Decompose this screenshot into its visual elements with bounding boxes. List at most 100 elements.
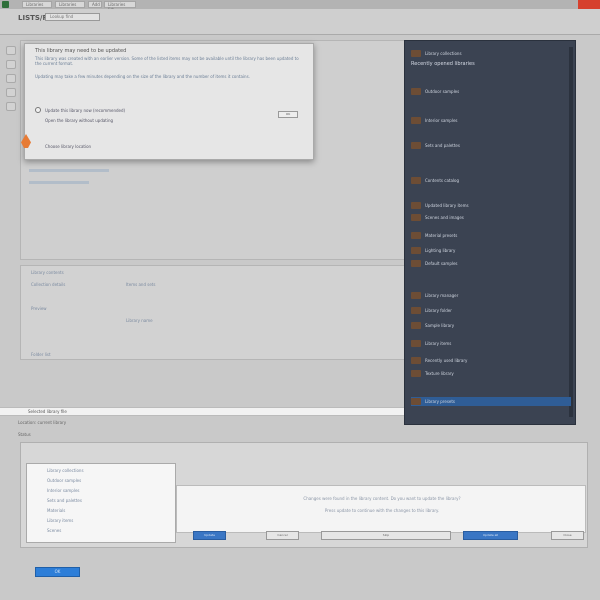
- recent-library-row[interactable]: Library items: [411, 339, 571, 348]
- refresh-tool-icon[interactable]: [6, 102, 16, 111]
- thumbnail-icon: [411, 232, 421, 239]
- update-now-radio[interactable]: [35, 107, 41, 113]
- row-label: Sample library: [425, 323, 455, 328]
- message-line: Press update to continue with the change…: [324, 508, 440, 513]
- close-button[interactable]: [578, 0, 600, 9]
- thumbnail-icon: [411, 50, 421, 57]
- recent-library-row[interactable]: Library folder: [411, 306, 571, 315]
- dialog-paragraph: This library was created with an earlier…: [35, 56, 299, 66]
- footer-ok-button[interactable]: OK: [35, 567, 80, 577]
- tab-libraries[interactable]: Libraries: [22, 1, 52, 8]
- recent-library-row[interactable]: Texture library: [411, 369, 571, 378]
- close-dialog-button[interactable]: Close: [551, 531, 584, 540]
- row-label: Material presets: [425, 233, 458, 238]
- menu-bar: LISTS/RIT Lookup find: [0, 9, 600, 35]
- row-label: Outdoor samples: [425, 89, 460, 94]
- thumbnail-icon: [411, 307, 421, 314]
- settings-tool-icon[interactable]: [6, 88, 16, 97]
- panel-row: Items and sets: [126, 282, 156, 287]
- row-label: Library manager: [425, 293, 459, 298]
- skip-button[interactable]: Skip: [321, 531, 451, 540]
- tool-rail: [0, 40, 20, 160]
- thumbnail-icon: [411, 292, 421, 299]
- thumbnail-icon: [411, 177, 421, 184]
- thumbnail-icon: [411, 202, 421, 209]
- recent-library-row[interactable]: Updated library items: [411, 201, 571, 210]
- update-all-button[interactable]: Update all: [463, 531, 518, 540]
- tab-add[interactable]: Add: [88, 1, 102, 8]
- row-label: Lighting library: [425, 248, 456, 253]
- row-label: Interior samples: [425, 118, 458, 123]
- dialog-heading: This library may need to be updated: [35, 48, 127, 54]
- row-label: Sets and palettes: [425, 143, 460, 148]
- list-item[interactable]: Sets and palettes: [47, 498, 82, 503]
- recent-library-row[interactable]: Lighting library: [411, 246, 571, 255]
- row-label: Contents catalog: [425, 178, 460, 183]
- thumbnail-icon: [411, 357, 421, 364]
- highlight-line: [29, 181, 89, 184]
- list-item[interactable]: Outdoor samples: [47, 478, 81, 483]
- thumbnail-icon: [411, 260, 421, 267]
- recent-library-row[interactable]: Material presets: [411, 231, 571, 240]
- recent-library-row[interactable]: Contents catalog: [411, 176, 571, 185]
- panel-row: Collection details: [31, 282, 66, 287]
- thumbnail-icon: [411, 88, 421, 95]
- zoom-tool-icon[interactable]: [6, 74, 16, 83]
- recent-library-row[interactable]: Sets and palettes: [411, 141, 571, 150]
- thumbnail-icon: [411, 370, 421, 377]
- highlight-line: [29, 169, 109, 172]
- list-item[interactable]: Library collections: [47, 468, 84, 473]
- thumbnail-icon: [411, 117, 421, 124]
- panel-row: Library name: [126, 318, 153, 323]
- confirm-update-dialog: Library collections Outdoor samples Inte…: [20, 442, 588, 548]
- update-button[interactable]: Update: [193, 531, 226, 540]
- app-icon: [2, 1, 9, 8]
- thumbnail-icon: [411, 142, 421, 149]
- library-list[interactable]: Library collections Outdoor samples Inte…: [26, 463, 176, 543]
- update-dialog: This library may need to be updated This…: [21, 43, 314, 160]
- search-tool-icon[interactable]: [6, 60, 16, 69]
- recent-library-row[interactable]: Sample library: [411, 321, 571, 330]
- recent-library-row[interactable]: Scenes and images: [411, 213, 571, 222]
- tab-libraries-2[interactable]: Libraries: [55, 1, 85, 8]
- row-label: Texture library: [425, 371, 454, 376]
- row-label: Library items: [425, 341, 452, 346]
- list-item[interactable]: Materials: [47, 508, 65, 513]
- minimize-button[interactable]: [546, 0, 560, 9]
- recent-library-row[interactable]: Interior samples: [411, 116, 571, 125]
- message-line: Changes were found in the library conten…: [303, 496, 461, 501]
- thumbnail-icon: [411, 340, 421, 347]
- library-contents-panel: Library contents Collection details Item…: [20, 265, 405, 360]
- recent-library-row[interactable]: Library collections: [411, 49, 571, 58]
- row-label: Updated library items: [425, 203, 469, 208]
- thumbnail-icon: [411, 322, 421, 329]
- panel-row: Preview: [31, 306, 47, 311]
- select-tool-icon[interactable]: [6, 46, 16, 55]
- recent-library-row[interactable]: Outdoor samples: [411, 87, 571, 96]
- search-input[interactable]: Lookup find: [45, 13, 100, 21]
- open-without-update-label: Open the library without updating: [45, 118, 114, 123]
- thumbnail-icon: [411, 398, 421, 405]
- list-item[interactable]: Interior samples: [47, 488, 80, 493]
- row-label: Library collections: [425, 51, 462, 56]
- choose-location-label[interactable]: Choose library location: [45, 144, 91, 149]
- recent-library-row[interactable]: Recently used library: [411, 356, 571, 365]
- panel-title: Recently opened libraries: [411, 61, 475, 67]
- recent-library-row[interactable]: Library manager: [411, 291, 571, 300]
- ok-button[interactable]: OK: [278, 111, 298, 118]
- recent-library-row[interactable]: Library presets: [411, 397, 571, 406]
- thumbnail-icon: [411, 214, 421, 221]
- recent-library-row[interactable]: Default samples: [411, 259, 571, 268]
- strip-label: Selected library file: [28, 409, 67, 414]
- row-label: Scenes and images: [425, 215, 464, 220]
- selected-library-strip[interactable]: Selected library file: [0, 407, 404, 416]
- list-item[interactable]: Library items: [47, 518, 73, 523]
- cancel-button[interactable]: Cancel: [266, 531, 299, 540]
- maximize-button[interactable]: [562, 0, 576, 9]
- row-label: Recently used library: [425, 358, 468, 363]
- location-label: Location: current library: [18, 420, 67, 425]
- dialog-paragraph: Updating may take a few minutes dependin…: [35, 74, 250, 79]
- row-label: Library presets: [425, 399, 456, 404]
- list-item[interactable]: Scenes: [47, 528, 61, 533]
- tab-libraries-list[interactable]: Libraries list: [104, 1, 136, 12]
